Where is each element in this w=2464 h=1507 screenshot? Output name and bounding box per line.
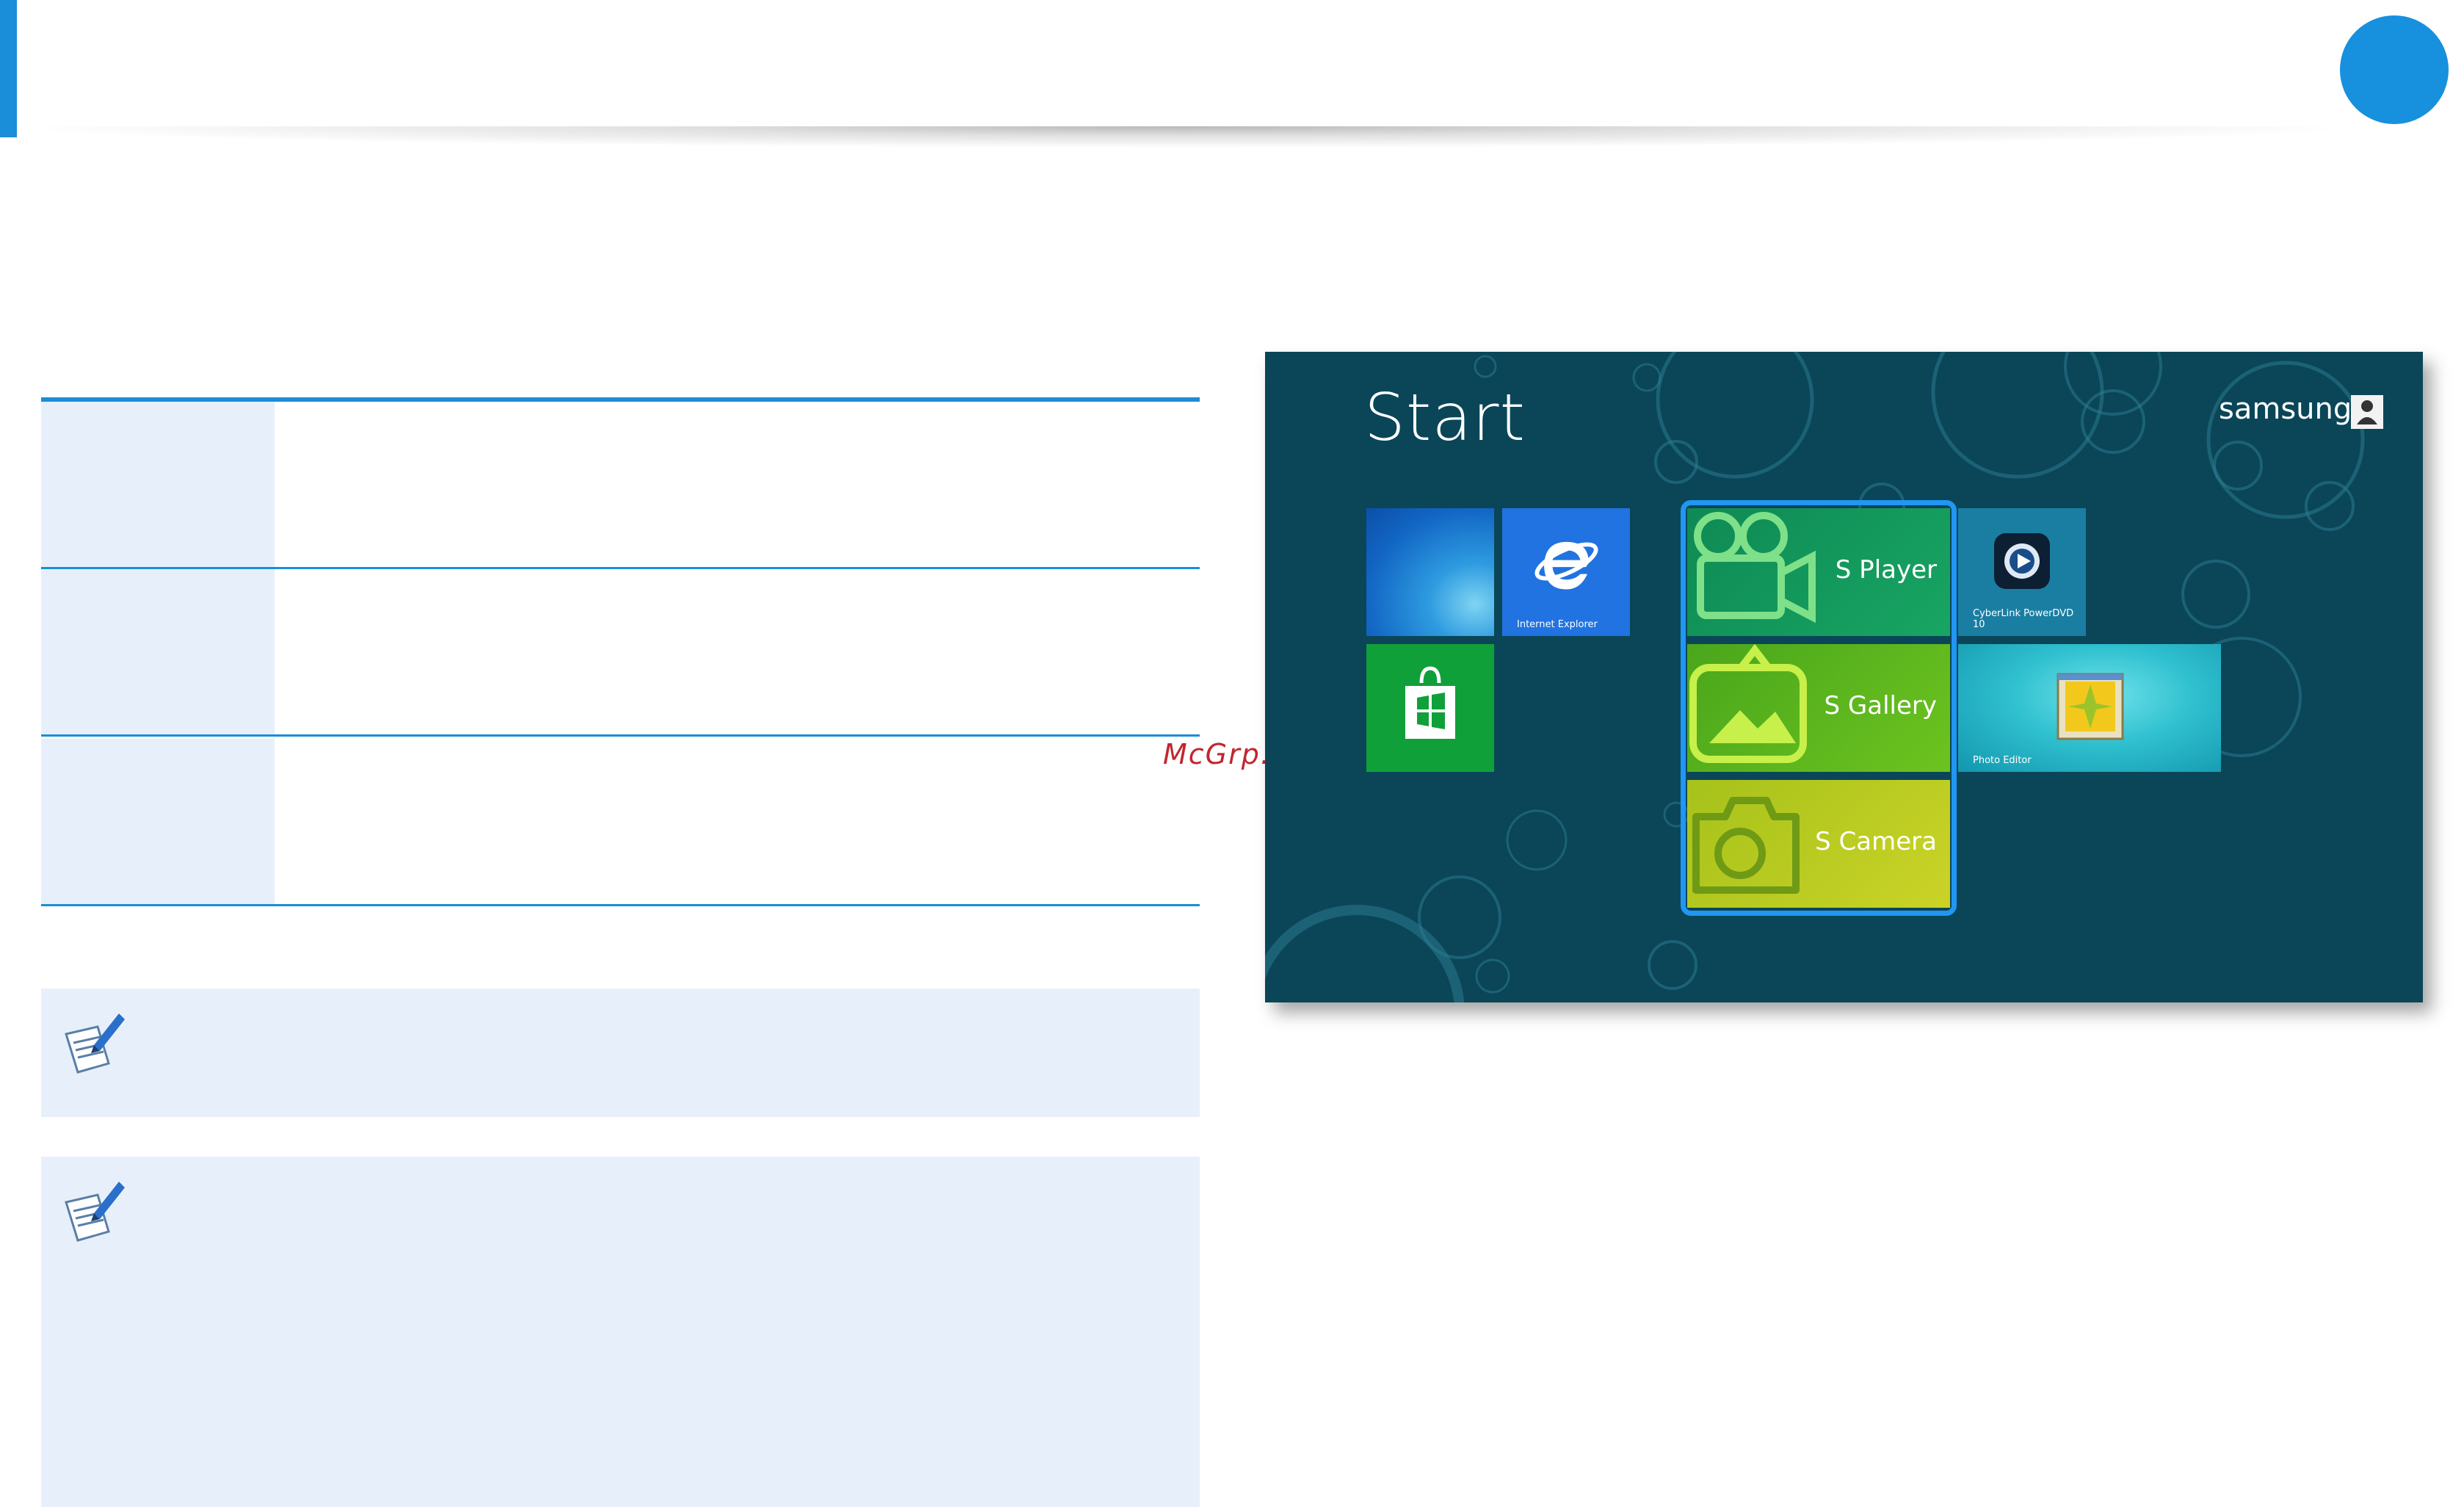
info-table [41, 397, 1200, 912]
note-pencil-icon [65, 1013, 125, 1074]
header-accent-bar [0, 0, 17, 137]
note-pencil-icon [65, 1182, 125, 1242]
header-divider-shadow [0, 126, 2371, 148]
user-avatar[interactable] [2351, 395, 2383, 429]
tile-powerdvd-label: CyberLink PowerDVD 10 [1973, 608, 2074, 630]
note-box [41, 989, 1200, 1117]
start-title: Start [1364, 380, 1526, 455]
start-screen-screenshot: Start samsung Internet Explorer S Player… [1265, 352, 2423, 1002]
tile-store[interactable] [1366, 644, 1494, 772]
note-box [41, 1157, 1200, 1507]
tile-photo-editor[interactable]: Photo Editor [1958, 644, 2221, 772]
tile-cyberlink-powerdvd[interactable]: CyberLink PowerDVD 10 [1958, 508, 2086, 636]
table-row [41, 569, 1200, 737]
table-row-value [275, 402, 1200, 567]
tile-internet-explorer[interactable]: Internet Explorer [1502, 508, 1630, 636]
tile-group-highlight [1681, 500, 1957, 916]
tile-photo-editor-label: Photo Editor [1973, 755, 2032, 766]
tile-ie-label: Internet Explorer [1517, 619, 1598, 630]
user-name[interactable]: samsung [2219, 392, 2352, 426]
table-row [41, 739, 1200, 906]
photo-editor-icon [2057, 673, 2124, 740]
store-bag-icon [1405, 666, 1455, 739]
internet-explorer-icon [1534, 541, 1598, 590]
table-row-value [275, 739, 1200, 904]
powerdvd-icon [1994, 533, 2050, 589]
table-row-label [41, 739, 275, 904]
table-row-value [275, 569, 1200, 734]
tile-desktop[interactable] [1366, 508, 1494, 636]
table-row-label [41, 402, 275, 567]
user-icon [2357, 400, 2377, 424]
table-row [41, 402, 1200, 569]
page-number-badge [2340, 15, 2449, 124]
table-row-label [41, 569, 275, 734]
